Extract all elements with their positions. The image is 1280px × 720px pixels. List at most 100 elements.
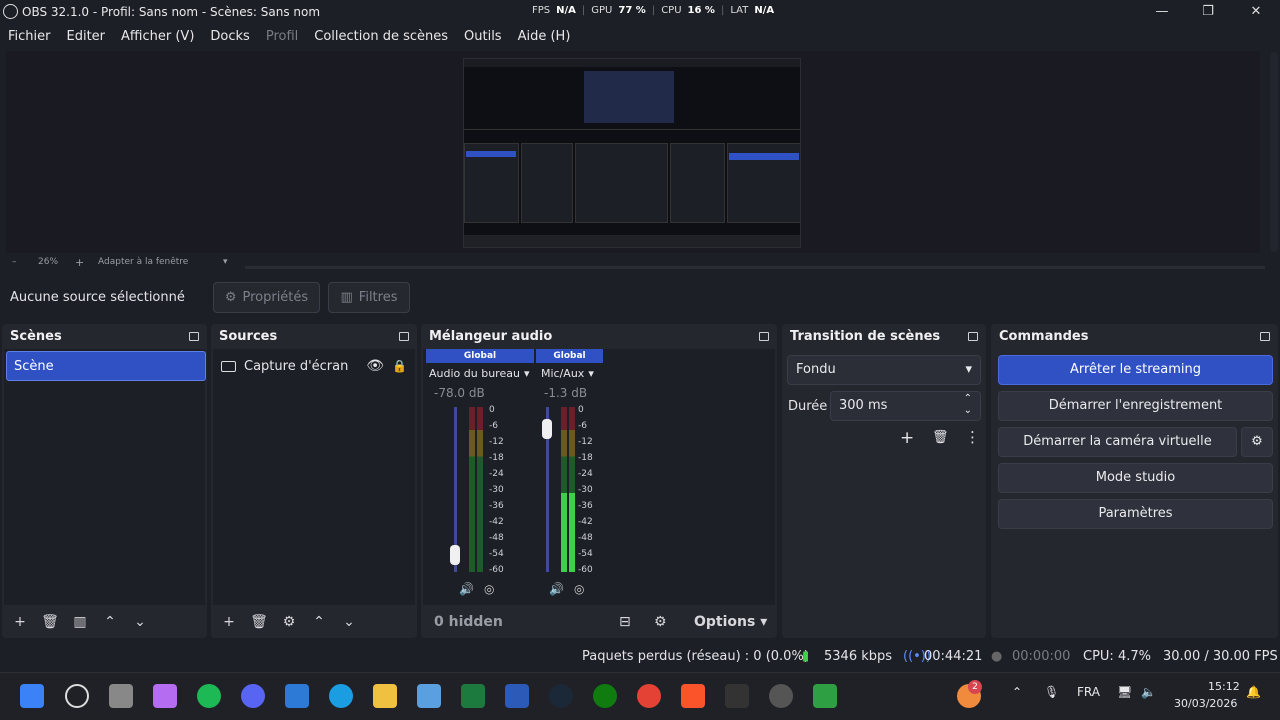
channel-2-meter-left — [561, 407, 567, 572]
lock-icon[interactable]: 🔒 — [392, 359, 407, 373]
discord-icon[interactable] — [241, 684, 265, 708]
preview-horizontal-scrollbar[interactable] — [245, 266, 1265, 269]
obs-taskbar-icon[interactable] — [769, 684, 793, 708]
steam-icon[interactable] — [549, 684, 573, 708]
epic-games-icon[interactable] — [725, 684, 749, 708]
volume-icon[interactable]: 🔈 — [1141, 685, 1156, 699]
trash-icon[interactable]: 🗑 — [249, 614, 269, 630]
start-virtual-camera-button[interactable]: Démarrer la caméra virtuelle — [998, 427, 1237, 457]
undock-icon[interactable] — [759, 331, 769, 341]
controls-title: Commandes — [999, 328, 1089, 344]
move-down-icon[interactable]: ⌄ — [130, 614, 150, 630]
channel-1-select[interactable]: Audio du bureau ▾ — [429, 365, 533, 381]
add-icon[interactable]: + — [219, 614, 239, 630]
control-panel-icon[interactable] — [417, 684, 441, 708]
chevron-up-icon[interactable]: ⌃ — [1012, 685, 1022, 699]
speaker-icon[interactable]: 🔊 — [549, 582, 564, 596]
filter-icon: ▥ — [340, 290, 353, 305]
edge-icon[interactable] — [329, 684, 353, 708]
network-icon[interactable]: 🖥 — [1117, 685, 1132, 699]
store-icon[interactable] — [285, 684, 309, 708]
start-recording-button[interactable]: Démarrer l'enregistrement — [998, 391, 1273, 421]
search-icon[interactable] — [65, 684, 89, 708]
xbox-app-icon[interactable] — [813, 684, 837, 708]
scenes-list[interactable]: Scène — [4, 349, 206, 605]
task-view-icon[interactable] — [109, 684, 133, 708]
menu-docks[interactable]: Docks — [210, 29, 249, 44]
chrome-icon[interactable] — [637, 684, 661, 708]
gear-icon[interactable]: ⚙ — [279, 614, 299, 630]
word-icon[interactable] — [505, 684, 529, 708]
trash-icon[interactable]: 🗑 — [932, 430, 949, 445]
move-up-icon[interactable]: ⌃ — [100, 614, 120, 630]
clock-time[interactable]: 15:12 — [1208, 680, 1240, 693]
menu-editer[interactable]: Editer — [67, 29, 106, 44]
close-button[interactable]: ✕ — [1236, 2, 1276, 22]
eye-icon[interactable]: 👁 — [366, 358, 384, 374]
settings-button[interactable]: Paramètres — [998, 499, 1273, 529]
zoom-out-button[interactable]: – — [12, 257, 17, 267]
menu-outils[interactable]: Outils — [464, 29, 502, 44]
add-icon[interactable]: + — [900, 428, 914, 448]
channel-2-fader-handle[interactable] — [542, 419, 552, 439]
minimize-button[interactable]: — — [1142, 2, 1182, 22]
file-explorer-icon[interactable] — [373, 684, 397, 708]
more-icon[interactable]: ⋮ — [965, 428, 980, 446]
channel-1-meter-right — [477, 407, 483, 572]
transition-select[interactable]: Fondu ▾ — [787, 355, 981, 385]
stepper-icon[interactable]: ⌃ ⌄ — [964, 393, 972, 417]
menu-afficher[interactable]: Afficher (V) — [121, 29, 194, 44]
trash-icon[interactable]: 🗑 — [40, 614, 60, 630]
zoom-fit-select[interactable]: Adapter à la fenêtre — [98, 257, 188, 267]
menu-collection[interactable]: Collection de scènes — [314, 29, 448, 44]
move-down-icon[interactable]: ⌄ — [339, 614, 359, 630]
copilot-icon[interactable] — [153, 684, 177, 708]
gear-icon: ⚙ — [224, 290, 237, 305]
menu-profil[interactable]: Profil — [266, 29, 298, 44]
maximize-button[interactable]: ❐ — [1188, 2, 1228, 22]
sources-panel: Sources Capture d'écran 👁 🔒 + 🗑 ⚙ ⌃ ⌄ — [211, 324, 417, 638]
speaker-icon[interactable]: 🔊 — [459, 582, 474, 596]
move-up-icon[interactable]: ⌃ — [309, 614, 329, 630]
clock-date[interactable]: 30/03/2026 — [1174, 697, 1237, 710]
scene-item[interactable]: Scène — [6, 351, 206, 381]
undock-icon[interactable] — [968, 331, 978, 341]
duration-input[interactable]: 300 ms ⌃ ⌄ — [830, 391, 981, 421]
zoom-in-button[interactable]: + — [75, 256, 84, 269]
spotify-icon[interactable] — [197, 684, 221, 708]
dropped-frames: Paquets perdus (réseau) : 0 (0.0%) — [582, 649, 809, 664]
add-icon[interactable]: + — [10, 614, 30, 630]
headphones-icon[interactable]: ◎ — [484, 582, 494, 596]
xbox-icon[interactable] — [593, 684, 617, 708]
brave-icon[interactable] — [681, 684, 705, 708]
layout-toggle-icon[interactable]: ⊟ — [619, 614, 631, 630]
hidden-count[interactable]: 0 hidden — [434, 614, 503, 630]
properties-button[interactable]: ⚙ Propriétés — [213, 282, 320, 313]
notifications-icon[interactable]: 🔔 — [1246, 685, 1261, 699]
undock-icon[interactable] — [399, 331, 409, 341]
undock-icon[interactable] — [1260, 331, 1270, 341]
headphones-icon[interactable]: ◎ — [574, 582, 584, 596]
language-indicator[interactable]: FRA — [1077, 685, 1100, 699]
windows-start-icon[interactable] — [20, 684, 44, 708]
studio-mode-button[interactable]: Mode studio — [998, 463, 1273, 493]
sources-list[interactable]: Capture d'écran 👁 🔒 — [213, 349, 415, 605]
channel-2-select[interactable]: Mic/Aux ▾ — [541, 365, 605, 381]
stop-streaming-button[interactable]: Arrêter le streaming — [998, 355, 1273, 385]
gear-icon: ⚙ — [1251, 434, 1263, 449]
duration-label: Durée — [788, 399, 828, 414]
excel-icon[interactable] — [461, 684, 485, 708]
advanced-settings-icon[interactable]: ⚙ — [654, 614, 667, 630]
chevron-down-icon[interactable]: ▾ — [223, 257, 228, 267]
channel-1-fader-handle[interactable] — [450, 545, 460, 565]
undock-icon[interactable] — [189, 331, 199, 341]
menu-fichier[interactable]: Fichier — [8, 29, 51, 44]
virtual-camera-settings-button[interactable]: ⚙ — [1241, 427, 1273, 457]
menu-aide[interactable]: Aide (H) — [518, 29, 571, 44]
filter-icon[interactable]: ▥ — [70, 614, 90, 630]
source-item[interactable]: Capture d'écran 👁 🔒 — [221, 351, 407, 381]
preview-vertical-scrollbar[interactable] — [1270, 52, 1278, 252]
options-button[interactable]: Options ▾ — [694, 614, 767, 630]
microphone-icon[interactable]: 🎙 — [1044, 685, 1059, 699]
filters-button[interactable]: ▥ Filtres — [328, 282, 410, 313]
